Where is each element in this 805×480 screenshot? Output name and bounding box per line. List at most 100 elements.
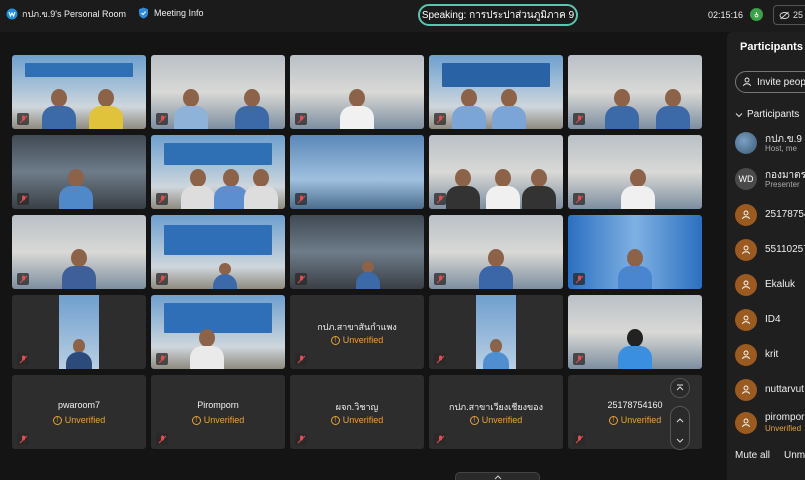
participant-name: Ekaluk xyxy=(765,279,796,290)
controls-grabber[interactable] xyxy=(455,472,540,480)
chevron-down-icon xyxy=(735,112,743,117)
user-icon xyxy=(735,274,757,296)
invite-people-button[interactable]: Invite people xyxy=(735,71,805,93)
video-tile[interactable] xyxy=(429,295,563,369)
meeting-info-button[interactable]: Meeting Info xyxy=(138,7,204,19)
background-banner xyxy=(164,225,272,255)
video-tile[interactable] xyxy=(429,215,563,289)
name-tile[interactable]: กปภ.สาขาเวียงเชียงของ ! Unverified xyxy=(429,375,563,449)
muted-mic-icon xyxy=(156,273,168,285)
muted-mic-icon xyxy=(17,353,29,365)
avatar xyxy=(735,132,757,154)
participant-video xyxy=(521,169,556,209)
meeting-info-label: Meeting Info xyxy=(154,8,204,18)
participant-item[interactable]: WD กองมาตรฐาน Presenter xyxy=(735,166,805,192)
background-banner xyxy=(442,63,550,87)
video-tile[interactable] xyxy=(12,295,146,369)
muted-mic-icon xyxy=(17,273,29,285)
participant-item[interactable]: 55110257 xyxy=(735,237,805,263)
page-up-button[interactable] xyxy=(675,412,685,430)
muted-mic-icon xyxy=(17,113,29,125)
unverified-status: ! Unverified xyxy=(429,415,563,425)
background-banner xyxy=(25,63,133,77)
participant-video xyxy=(88,89,123,129)
participants-panel: Participants Invite people Participants … xyxy=(727,32,805,480)
muted-mic-icon xyxy=(295,273,307,285)
panel-title: Participants xyxy=(740,41,803,53)
warning-icon: ! xyxy=(330,415,340,425)
participant-video xyxy=(243,169,278,209)
speaking-indicator: Speaking: การประปาส่วนภูมิภาค 9 xyxy=(418,4,578,26)
participant-video xyxy=(620,169,655,209)
participant-count-button[interactable]: 25 xyxy=(773,5,805,25)
name-tile[interactable]: กปภ.สาขาสันกำแพง ! Unverified xyxy=(290,295,424,369)
participant-name: piromporn xyxy=(765,412,805,423)
muted-mic-icon xyxy=(434,273,446,285)
user-icon xyxy=(735,379,757,401)
video-tile[interactable] xyxy=(12,55,146,129)
participant-video xyxy=(452,89,487,129)
participant-name: Piromporn xyxy=(197,400,239,410)
shield-icon xyxy=(139,7,148,19)
video-tile[interactable] xyxy=(151,55,285,129)
muted-mic-icon xyxy=(156,433,168,445)
participant-item[interactable]: กปภ.ข.9 Host, me xyxy=(735,130,805,156)
participant-item[interactable]: Ekaluk xyxy=(735,272,805,298)
page-scroll-pill xyxy=(670,406,690,450)
room-title-text: กปภ.ข.9's Personal Room xyxy=(22,9,127,19)
participant-item[interactable]: krit xyxy=(735,342,805,368)
participant-name: กปภ.สาขาเวียงเชียงของ xyxy=(449,402,543,412)
name-tile[interactable]: Piromporn ! Unverified xyxy=(151,375,285,449)
video-tile[interactable] xyxy=(290,215,424,289)
participant-video xyxy=(355,261,380,289)
name-tile[interactable]: pwaroom7 ! Unverified xyxy=(12,375,146,449)
video-tile[interactable] xyxy=(290,55,424,129)
video-tile[interactable] xyxy=(12,215,146,289)
muted-mic-icon xyxy=(573,113,585,125)
participant-item[interactable]: piromporn Unverified xyxy=(735,410,805,436)
video-tile[interactable] xyxy=(151,295,285,369)
page-down-button[interactable] xyxy=(675,433,685,451)
video-tile[interactable] xyxy=(151,135,285,209)
video-tile[interactable] xyxy=(12,135,146,209)
participant-video xyxy=(212,263,237,289)
mute-all-button[interactable]: Mute all xyxy=(735,450,770,461)
participant-name: nuttarvut xyxy=(765,384,804,395)
user-icon xyxy=(735,239,757,261)
unmute-all-button[interactable]: Unmute all xyxy=(784,450,805,461)
participant-video xyxy=(62,249,96,289)
participant-video xyxy=(492,89,527,129)
muted-mic-icon xyxy=(434,353,446,365)
unverified-status: ! Unverified xyxy=(12,415,146,425)
participant-item[interactable]: 25178754160 xyxy=(735,202,805,228)
recording-indicator-icon[interactable] xyxy=(750,8,763,21)
muted-mic-icon xyxy=(434,433,446,445)
name-tile[interactable]: ผจก.วิชาญ ! Unverified xyxy=(290,375,424,449)
room-title[interactable]: กปภ.ข.9's Personal Room xyxy=(6,7,126,21)
muted-mic-icon xyxy=(295,433,307,445)
avatar: WD xyxy=(735,168,757,190)
meeting-timer: 02:15:16 xyxy=(708,10,744,20)
video-tile[interactable] xyxy=(568,215,702,289)
participant-count: 25 xyxy=(793,10,804,20)
participant-video xyxy=(340,89,374,129)
participant-name: ผจก.วิชาญ xyxy=(335,402,379,412)
participant-item[interactable]: ID4 xyxy=(735,307,805,333)
participants-section-header[interactable]: Participants xyxy=(735,109,799,120)
scroll-to-top-button[interactable] xyxy=(670,378,690,398)
video-tile[interactable] xyxy=(429,55,563,129)
user-icon xyxy=(735,204,757,226)
muted-mic-icon xyxy=(156,353,168,365)
muted-mic-icon xyxy=(156,113,168,125)
add-person-icon xyxy=(743,77,751,87)
video-tile[interactable] xyxy=(429,135,563,209)
video-tile[interactable] xyxy=(568,295,702,369)
participant-role: Host, me xyxy=(765,144,798,153)
warning-icon: ! xyxy=(191,415,201,425)
video-tile[interactable] xyxy=(290,135,424,209)
webex-logo-icon xyxy=(6,8,18,20)
video-tile[interactable] xyxy=(568,135,702,209)
video-tile[interactable] xyxy=(151,215,285,289)
video-tile[interactable] xyxy=(568,55,702,129)
participant-item[interactable]: nuttarvut xyxy=(735,377,805,403)
